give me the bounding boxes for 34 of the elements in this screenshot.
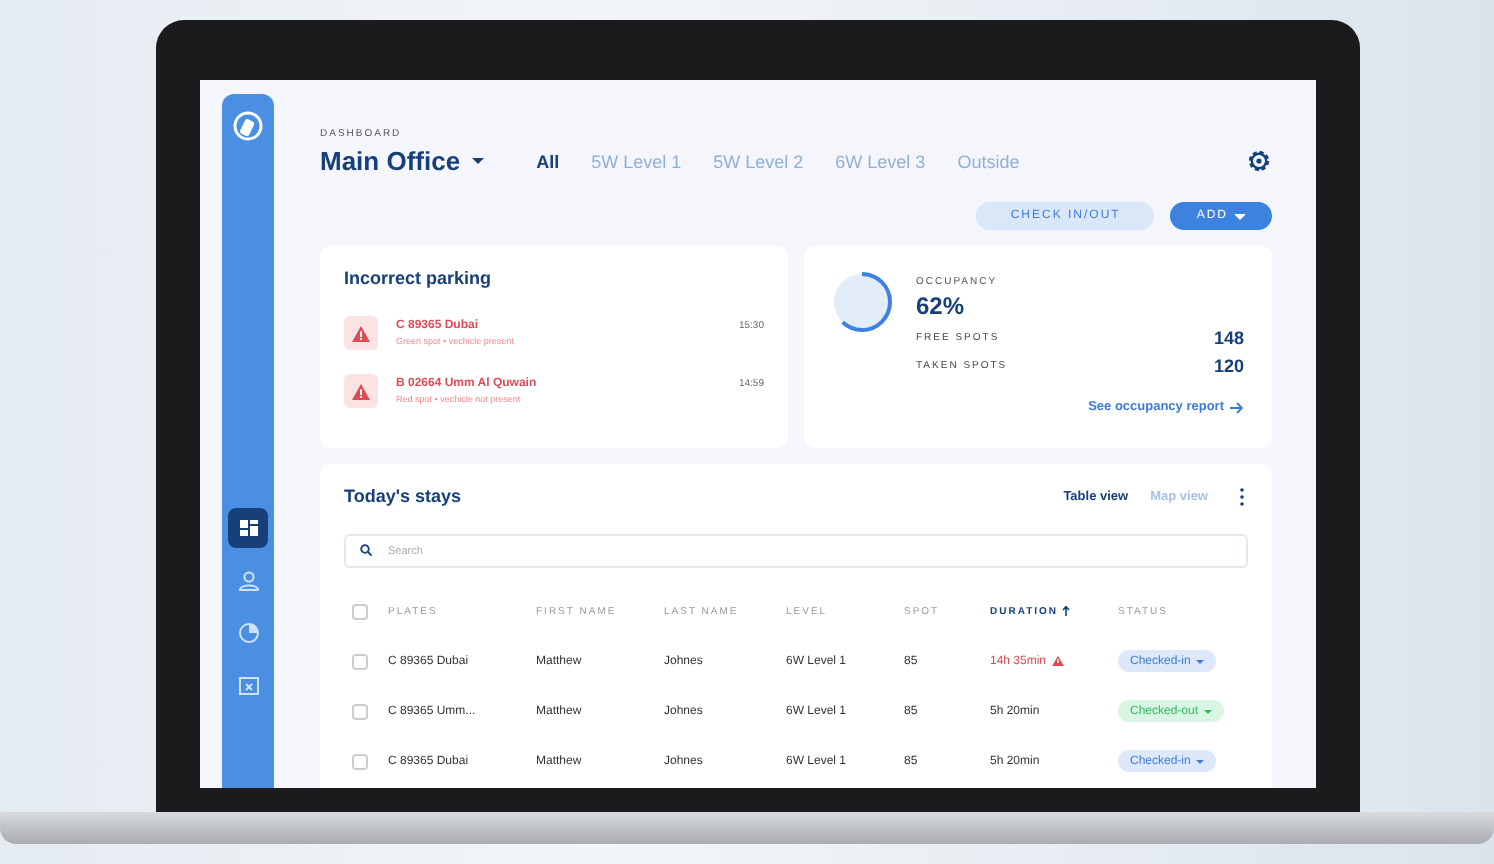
caret-icon [1234, 213, 1246, 219]
row-checkbox[interactable] [352, 753, 368, 769]
card-title: Incorrect parking [344, 268, 494, 288]
sidebar-item[interactable] [228, 508, 268, 548]
stat-value: 148 [1213, 328, 1244, 348]
caret-icon [1204, 709, 1213, 713]
pie-chart-icon [237, 621, 259, 643]
warning-icon [352, 383, 370, 399]
card-title: Today's stays [344, 486, 461, 506]
level-tab[interactable]: Outside [957, 151, 1020, 171]
level-tab[interactable]: 6W Level 3 [835, 151, 926, 171]
logo-icon [232, 110, 264, 142]
more-menu-button[interactable] [1236, 487, 1248, 505]
user-icon [237, 569, 259, 591]
warning-icon [352, 325, 370, 341]
caret-icon [1196, 659, 1205, 663]
row-checkbox[interactable] [352, 653, 368, 669]
warning-icon [1052, 656, 1065, 666]
level-tab[interactable]: 5W Level 2 [713, 151, 804, 171]
select-all-checkbox[interactable] [352, 603, 368, 619]
location-dropdown[interactable]: Main Office [320, 146, 485, 176]
search-icon [360, 544, 372, 556]
settings-icon [1246, 148, 1272, 174]
level-tab[interactable]: 5W Level 1 [591, 151, 682, 171]
dashboard-icon [237, 517, 259, 539]
occupancy-percent: 62% [916, 292, 967, 320]
caret-icon [1196, 759, 1205, 763]
sort-arrow-icon [1062, 606, 1071, 616]
caret-icon [472, 158, 485, 164]
stat-value: 120 [1213, 356, 1244, 376]
arrow-right-icon [1230, 401, 1244, 413]
calendar-icon [237, 673, 259, 695]
row-checkbox[interactable] [352, 703, 368, 719]
level-tab[interactable]: All [536, 151, 560, 171]
